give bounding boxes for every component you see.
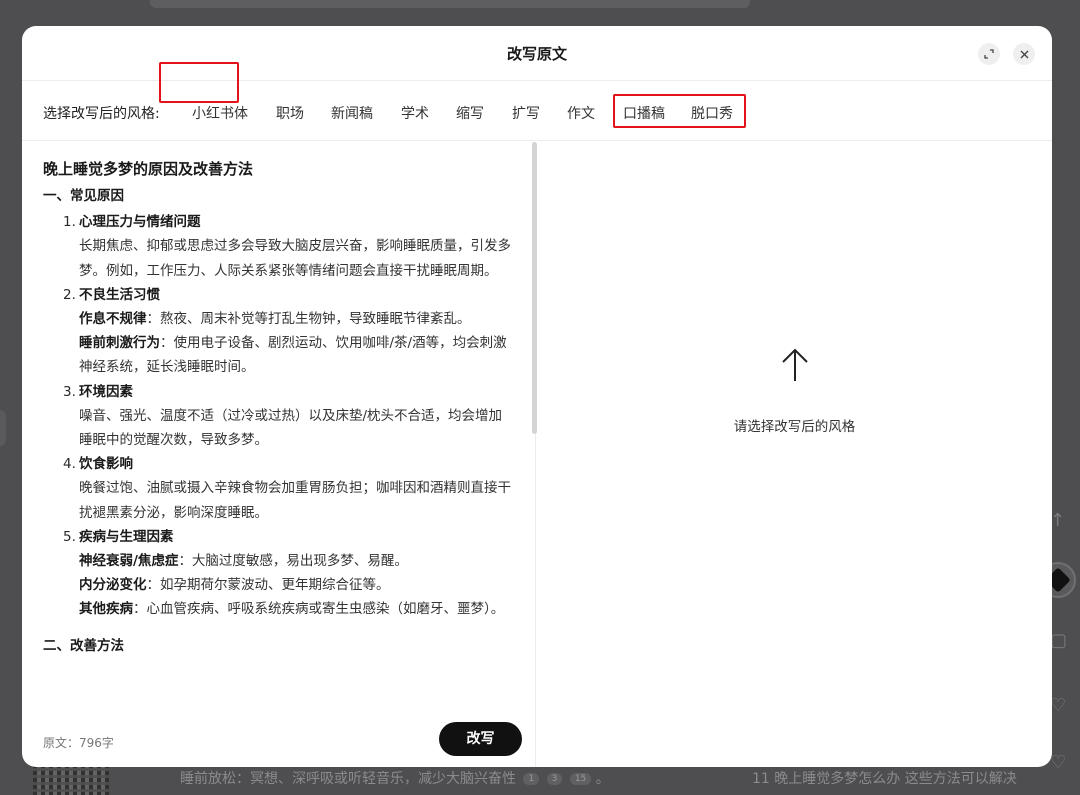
list-item-title: 心理压力与情绪问题 <box>79 214 201 231</box>
list-item-sub: 神经衰弱/焦虑症：大脑过度敏感，易出现多梦、易醒。 <box>79 553 408 570</box>
close-icon <box>1020 50 1028 58</box>
background-arrow-icon: ↑ <box>1050 510 1066 531</box>
list-item-body: 噪音、强光、温度不适（过冷或过热）以及床垫/枕头不合适，均会增加睡眠中的觉醒次数… <box>79 407 503 449</box>
rewrite-button[interactable]: 改写 <box>439 722 522 756</box>
background-bookmark-icon: ▢ <box>1050 630 1068 651</box>
citation-badge: 1 <box>523 773 540 785</box>
background-top-bar <box>150 0 750 8</box>
close-button[interactable] <box>1013 43 1035 65</box>
expand-button[interactable] <box>978 43 1000 65</box>
list-item: 5. 疾病与生理因素 神经衰弱/焦虑症：大脑过度敏感，易出现多梦、易醒。 内分泌… <box>43 525 513 622</box>
style-option-press-release[interactable]: 新闻稿 <box>331 103 373 123</box>
background-reference-line: 11 晚上睡觉多梦怎么办 这些方法可以解决 <box>752 771 1017 787</box>
background-left-tab <box>0 410 6 446</box>
highlight-box-voiceover-standup <box>613 94 746 128</box>
list-item-title: 环境因素 <box>79 383 133 400</box>
document-title: 晚上睡觉多梦的原因及改善方法 <box>43 160 254 178</box>
character-count: 原文：796字 <box>43 736 114 750</box>
original-text-pane: 晚上睡觉多梦的原因及改善方法 一、常见原因 1. 心理压力与情绪问题 长期焦虑、… <box>22 142 537 767</box>
style-option-essay[interactable]: 作文 <box>567 103 595 123</box>
citation-badge: 3 <box>546 773 563 785</box>
list-item: 2. 不良生活习惯 作息不规律：熬夜、周末补觉等打乱生物钟，导致睡眠节律紊乱。 … <box>43 283 513 380</box>
list-item-sub: 内分泌变化：如孕期荷尔蒙波动、更年期综合征等。 <box>79 577 390 594</box>
list-item-sub: 睡前刺激行为：使用电子设备、剧烈运动、饮用咖啡/茶/酒等，均会刺激神经系统，延长… <box>79 335 507 376</box>
list-item-title: 疾病与生理因素 <box>79 528 174 545</box>
original-text-content[interactable]: 晚上睡觉多梦的原因及改善方法 一、常见原因 1. 心理压力与情绪问题 长期焦虑、… <box>43 156 513 716</box>
list-item: 4. 饮食影响 晚餐过饱、油腻或摄入辛辣食物会加重胃肠负担；咖啡因和酒精则直接干… <box>43 452 513 525</box>
list-item: 3. 环境因素 噪音、强光、温度不适（过冷或过热）以及床垫/枕头不合适，均会增加… <box>43 380 513 453</box>
rewrite-result-pane: 请选择改写后的风格 <box>537 142 1052 767</box>
list-item-title: 饮食影响 <box>79 456 133 473</box>
style-option-expand[interactable]: 扩写 <box>512 103 540 123</box>
modal-title: 改写原文 <box>506 45 567 63</box>
rewrite-modal: 改写原文 选择改写后的风格: 小红书体 职场 新闻稿 学术 缩写 扩写 作文 口… <box>22 26 1052 767</box>
style-option-xiaohongshu[interactable]: 小红书体 <box>192 103 248 123</box>
style-label: 选择改写后的风格: <box>43 106 160 122</box>
empty-state-hint: 请选择改写后的风格 <box>733 419 856 435</box>
style-option-academic[interactable]: 学术 <box>401 103 429 123</box>
list-item: 1. 心理压力与情绪问题 长期焦虑、抑郁或思虑过多会导致大脑皮层兴奋，影响睡眠质… <box>43 210 513 283</box>
background-text-line: 睡前放松：冥想、深呼吸或听轻音乐，减少大脑兴奋性 1 3 15 。 <box>180 771 610 787</box>
list-item-title: 不良生活习惯 <box>79 286 160 303</box>
background-qr-code <box>33 766 109 795</box>
style-option-abbreviate[interactable]: 缩写 <box>456 103 484 123</box>
arrow-up-icon <box>782 348 808 381</box>
list-item-sub: 作息不规律：熬夜、周末补觉等打乱生物钟，导致睡眠节律紊乱。 <box>79 311 471 328</box>
style-selector-bar: 选择改写后的风格: 小红书体 职场 新闻稿 学术 缩写 扩写 作文 口播稿 脱口… <box>22 62 1052 141</box>
list-item-body: 长期焦虑、抑郁或思虑过多会导致大脑皮层兴奋，影响睡眠质量，引发多梦。例如，工作压… <box>79 238 511 279</box>
highlight-box-xiaohongshu <box>159 62 239 103</box>
style-option-workplace[interactable]: 职场 <box>276 103 304 123</box>
section-heading: 一、常见原因 <box>43 188 124 204</box>
list-item-sub: 其他疾病：心血管疾病、呼吸系统疾病或寄生虫感染（如磨牙、噩梦）。 <box>79 601 505 618</box>
section-heading: 二、改善方法 <box>43 637 124 654</box>
expand-icon <box>984 49 994 59</box>
list-item-body: 晚餐过饱、油腻或摄入辛辣食物会加重胃肠负担；咖啡因和酒精则直接干扰褪黑素分泌，影… <box>79 480 511 521</box>
citation-badge: 15 <box>569 773 592 785</box>
background-like-icon: ♡ <box>1050 695 1067 716</box>
